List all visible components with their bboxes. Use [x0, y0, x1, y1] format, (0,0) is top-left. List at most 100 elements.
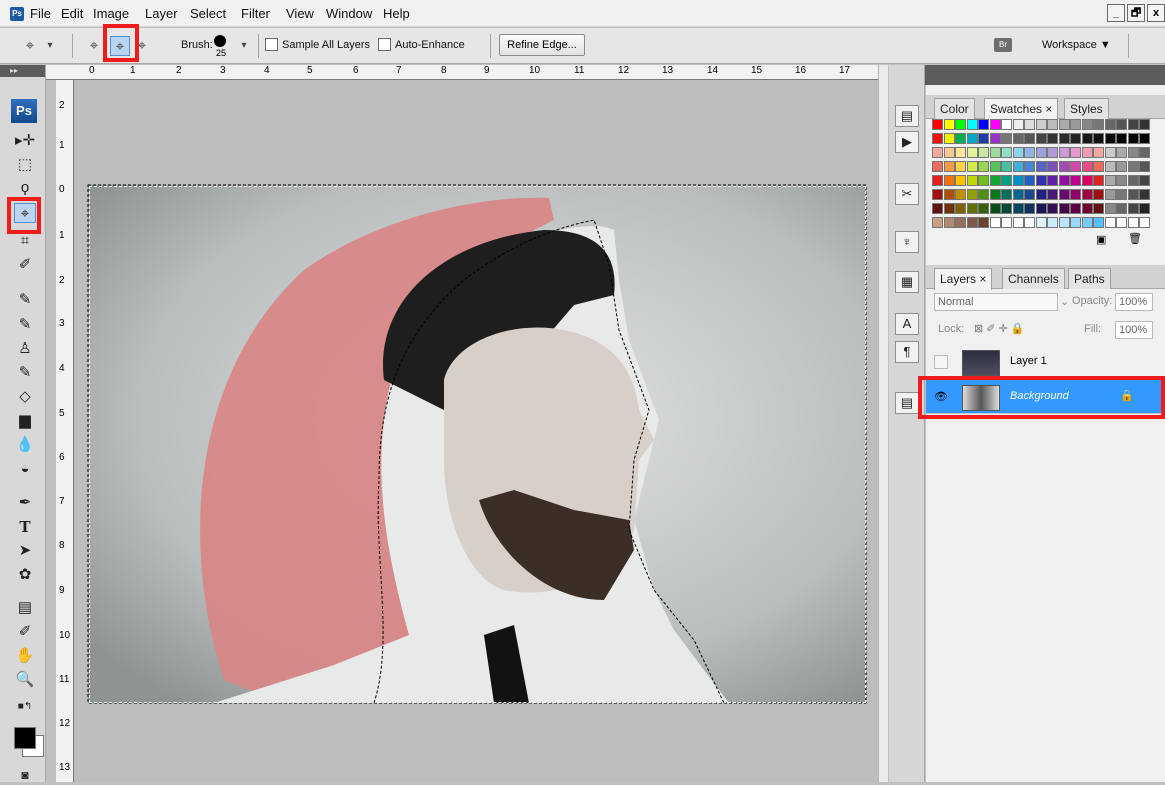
swatch[interactable] — [1001, 175, 1012, 186]
app-icon[interactable]: Ps — [10, 7, 24, 21]
swatch[interactable] — [1139, 203, 1150, 214]
swatch[interactable] — [943, 133, 955, 144]
gradient-tool-icon[interactable]: ▆ — [14, 411, 36, 431]
swatch[interactable] — [943, 217, 955, 228]
swatch[interactable] — [1024, 217, 1035, 228]
lasso-tool-icon[interactable]: ϙ — [14, 178, 36, 198]
chevron-down-icon[interactable]: ▾ — [40, 36, 60, 56]
blend-mode-select[interactable]: Normal — [934, 293, 1058, 311]
layer-comps-icon[interactable]: ▦ — [895, 271, 919, 293]
new-swatch-icon[interactable]: ▣ — [1096, 233, 1106, 246]
layer-row-background[interactable]: 👁 Background 🔒 — [926, 380, 1165, 414]
menu-edit[interactable]: Edit — [61, 6, 83, 21]
swatch[interactable] — [978, 119, 989, 130]
swatch[interactable] — [932, 119, 943, 130]
menu-select[interactable]: Select — [190, 6, 226, 21]
swatch[interactable] — [1024, 133, 1035, 144]
swatch[interactable] — [1047, 203, 1058, 214]
swatch[interactable] — [1001, 203, 1012, 214]
swatch[interactable] — [1035, 119, 1047, 130]
swatch[interactable] — [1024, 119, 1035, 130]
notes-tool-icon[interactable]: ▤ — [14, 598, 36, 618]
swatch[interactable] — [943, 119, 955, 130]
trash-icon[interactable]: 🗑 — [1128, 232, 1142, 245]
swatch[interactable] — [989, 175, 1001, 186]
shape-tool-icon[interactable]: ✿ — [14, 565, 36, 585]
swatch[interactable] — [1035, 147, 1047, 158]
swatch[interactable] — [1127, 189, 1139, 200]
zoom-tool-icon[interactable]: 🔍 — [14, 670, 36, 690]
swatch[interactable] — [989, 147, 1001, 158]
document-image[interactable] — [74, 80, 878, 782]
clone-stamp-icon[interactable]: ♙ — [14, 339, 36, 359]
quick-mask-icon[interactable]: ◙ — [14, 765, 36, 785]
type-tool-icon[interactable]: T — [14, 517, 36, 537]
swatch[interactable] — [1104, 203, 1116, 214]
swatch[interactable] — [1070, 161, 1081, 172]
swatch[interactable] — [943, 175, 955, 186]
swatch[interactable] — [1104, 189, 1116, 200]
tab-styles[interactable]: Styles — [1064, 98, 1109, 119]
tool-preset-icon[interactable]: ⌖ — [20, 36, 40, 56]
swatch[interactable] — [1070, 203, 1081, 214]
swatch[interactable] — [1012, 161, 1024, 172]
swatch[interactable] — [1081, 217, 1093, 228]
tab-channels[interactable]: Channels — [1002, 268, 1065, 289]
swatch[interactable] — [1093, 203, 1104, 214]
swatch[interactable] — [1139, 189, 1150, 200]
swatch[interactable] — [932, 217, 943, 228]
minimize-button[interactable]: _ — [1107, 4, 1125, 22]
swatch[interactable] — [1104, 175, 1116, 186]
quick-selection-tool-icon[interactable]: ⌖ — [14, 203, 36, 223]
swatch[interactable] — [955, 119, 966, 130]
new-selection-icon[interactable]: ⌖ — [84, 36, 104, 56]
swatch[interactable] — [1070, 119, 1081, 130]
swatch[interactable] — [943, 189, 955, 200]
swatch[interactable] — [1058, 189, 1070, 200]
swatch[interactable] — [1116, 147, 1127, 158]
swatch[interactable] — [955, 161, 966, 172]
swatch[interactable] — [978, 217, 989, 228]
swatch[interactable] — [1081, 119, 1093, 130]
swatch[interactable] — [1116, 133, 1127, 144]
brush-tool-icon[interactable]: ✎ — [14, 315, 36, 335]
menu-file[interactable]: File — [30, 6, 51, 21]
swatch[interactable] — [943, 203, 955, 214]
swatch[interactable] — [932, 161, 943, 172]
menu-help[interactable]: Help — [383, 6, 410, 21]
swatch[interactable] — [955, 217, 966, 228]
clone-source-icon[interactable]: ♆ — [895, 231, 919, 253]
swatch[interactable] — [955, 203, 966, 214]
add-to-selection-icon[interactable]: ⌖ — [110, 36, 130, 56]
swatch[interactable] — [966, 147, 978, 158]
swatch[interactable] — [978, 133, 989, 144]
lock-options-icon[interactable]: ⊠ ✐ ✛ 🔒 — [974, 322, 1025, 335]
tab-color[interactable]: Color — [934, 98, 975, 119]
swatch[interactable] — [1012, 217, 1024, 228]
swatch[interactable] — [978, 203, 989, 214]
swatch[interactable] — [1058, 119, 1070, 130]
pen-tool-icon[interactable]: ✒ — [14, 493, 36, 513]
swatch[interactable] — [1047, 147, 1058, 158]
layer-name[interactable]: Layer 1 — [1010, 355, 1047, 367]
swatch[interactable] — [1127, 175, 1139, 186]
swatch[interactable] — [955, 133, 966, 144]
refine-edge-button[interactable]: Refine Edge... — [499, 34, 585, 56]
swatch[interactable] — [1093, 133, 1104, 144]
swatch[interactable] — [1070, 217, 1081, 228]
swatch[interactable] — [1139, 147, 1150, 158]
menu-filter[interactable]: Filter — [241, 6, 270, 21]
swatch[interactable] — [1047, 189, 1058, 200]
swatch[interactable] — [1127, 133, 1139, 144]
swatch[interactable] — [1093, 147, 1104, 158]
swatch[interactable] — [955, 147, 966, 158]
swatch[interactable] — [1035, 217, 1047, 228]
swatch[interactable] — [1116, 217, 1127, 228]
swatch[interactable] — [1012, 175, 1024, 186]
swatch[interactable] — [966, 133, 978, 144]
swatch[interactable] — [1024, 161, 1035, 172]
swatch[interactable] — [1127, 217, 1139, 228]
swatch[interactable] — [1070, 175, 1081, 186]
swatch[interactable] — [955, 175, 966, 186]
swatch[interactable] — [1127, 119, 1139, 130]
